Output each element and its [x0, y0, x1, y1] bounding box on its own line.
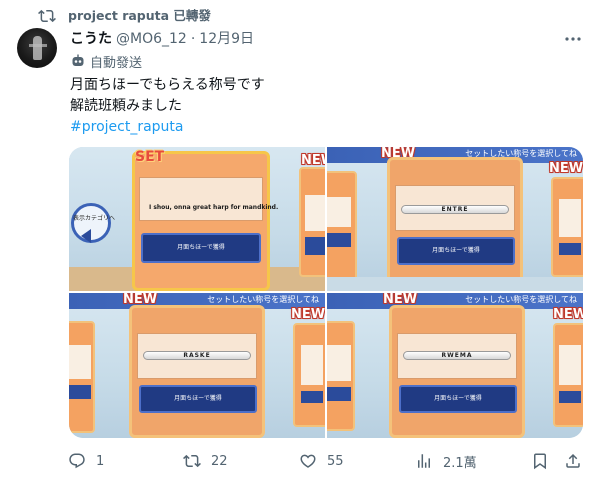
acquire-button-label: 月面ちほーで獲得 — [432, 247, 480, 254]
tweet-line: 解読班頼みました — [70, 98, 182, 114]
more-options-icon[interactable] — [562, 31, 584, 47]
header-text: セットしたい称号を選択してね — [465, 295, 577, 304]
robot-icon — [72, 54, 84, 66]
automated-label[interactable]: 自動發送 — [70, 52, 143, 71]
repost-button[interactable]: 22 — [183, 450, 228, 472]
analytics-icon — [418, 454, 430, 468]
reply-button[interactable]: 1 — [68, 450, 104, 472]
acquire-button: 月面ちほーで獲得 — [399, 385, 517, 413]
separator-dot: · — [190, 31, 196, 47]
title-card — [132, 151, 270, 291]
media-grid: 表示カテゴリへ SET I shou, onna great harp for … — [69, 147, 583, 438]
back-circle-button — [71, 203, 111, 243]
title-panel — [139, 177, 263, 221]
like-button[interactable]: 55 — [299, 450, 344, 472]
new-badge: NEW — [291, 307, 325, 322]
user-handle[interactable]: @MO6_12 — [116, 29, 187, 49]
acquire-button-label: 月面ちほーで獲得 — [177, 244, 225, 251]
hashtag-link[interactable]: #project_raputa — [70, 117, 265, 138]
media-image-2[interactable]: セットしたい称号を選択してね NEW ENTRE 月面ちほーで獲得 NEW — [327, 147, 583, 291]
bookmark-icon[interactable] — [531, 452, 549, 470]
acquire-button: 月面ちほーで獲得 — [141, 233, 261, 263]
repost-count: 22 — [211, 453, 228, 469]
set-badge: SET — [135, 149, 165, 165]
share-icon[interactable] — [564, 452, 582, 470]
media-image-1[interactable]: 表示カテゴリへ SET I shou, onna great harp for … — [69, 147, 325, 291]
acquire-button-label: 月面ちほーで獲得 — [174, 395, 222, 402]
tweet-text: 月面ちほーでもらえる称号です 解読班頼みました #project_raputa — [70, 75, 265, 138]
reply-count: 1 — [96, 453, 105, 469]
reply-icon — [69, 453, 85, 469]
heart-icon — [300, 454, 316, 468]
media-image-3[interactable]: セットしたい称号を選択してね NEW RASKE 月面ちほーで獲得 NEW — [69, 293, 325, 438]
display-name[interactable]: こうた — [70, 29, 112, 49]
post-date[interactable]: 12月9日 — [199, 29, 254, 49]
title-pill: ENTRE — [401, 205, 509, 214]
like-count: 55 — [327, 453, 344, 469]
back-arrow-icon — [81, 229, 91, 243]
automated-text: 自動發送 — [90, 55, 143, 71]
media-image-4[interactable]: セットしたい称号を選択してね NEW RWEMA 月面ちほーで獲得 NEW — [327, 293, 583, 438]
author-row: こうた @MO6_12 · 12月9日 — [70, 29, 254, 49]
header-text: セットしたい称号を選択してね — [207, 295, 319, 304]
title-pill: RASKE — [143, 351, 251, 360]
new-badge: NEW — [549, 161, 583, 176]
title-text: I shou, onna great harp for mandkind. — [149, 204, 279, 211]
repost-label[interactable]: project raputa 已轉發 — [68, 7, 211, 25]
avatar[interactable] — [17, 28, 57, 68]
new-badge: NEW — [553, 307, 583, 322]
view-count: 2.1萬 — [443, 455, 477, 471]
category-label: 表示カテゴリへ — [73, 215, 116, 222]
new-badge: NEW — [301, 153, 325, 168]
repost-icon — [38, 9, 56, 23]
views-button[interactable]: 2.1萬 — [415, 450, 477, 472]
tweet-line: 月面ちほーでもらえる称号です — [70, 77, 265, 93]
acquire-button: 月面ちほーで獲得 — [397, 237, 515, 265]
title-pill: RWEMA — [403, 351, 511, 360]
repost-action-icon — [183, 454, 201, 468]
acquire-button-label: 月面ちほーで獲得 — [434, 395, 482, 402]
action-bar: 1 22 55 2.1萬 — [0, 450, 598, 472]
acquire-button: 月面ちほーで獲得 — [139, 385, 257, 413]
